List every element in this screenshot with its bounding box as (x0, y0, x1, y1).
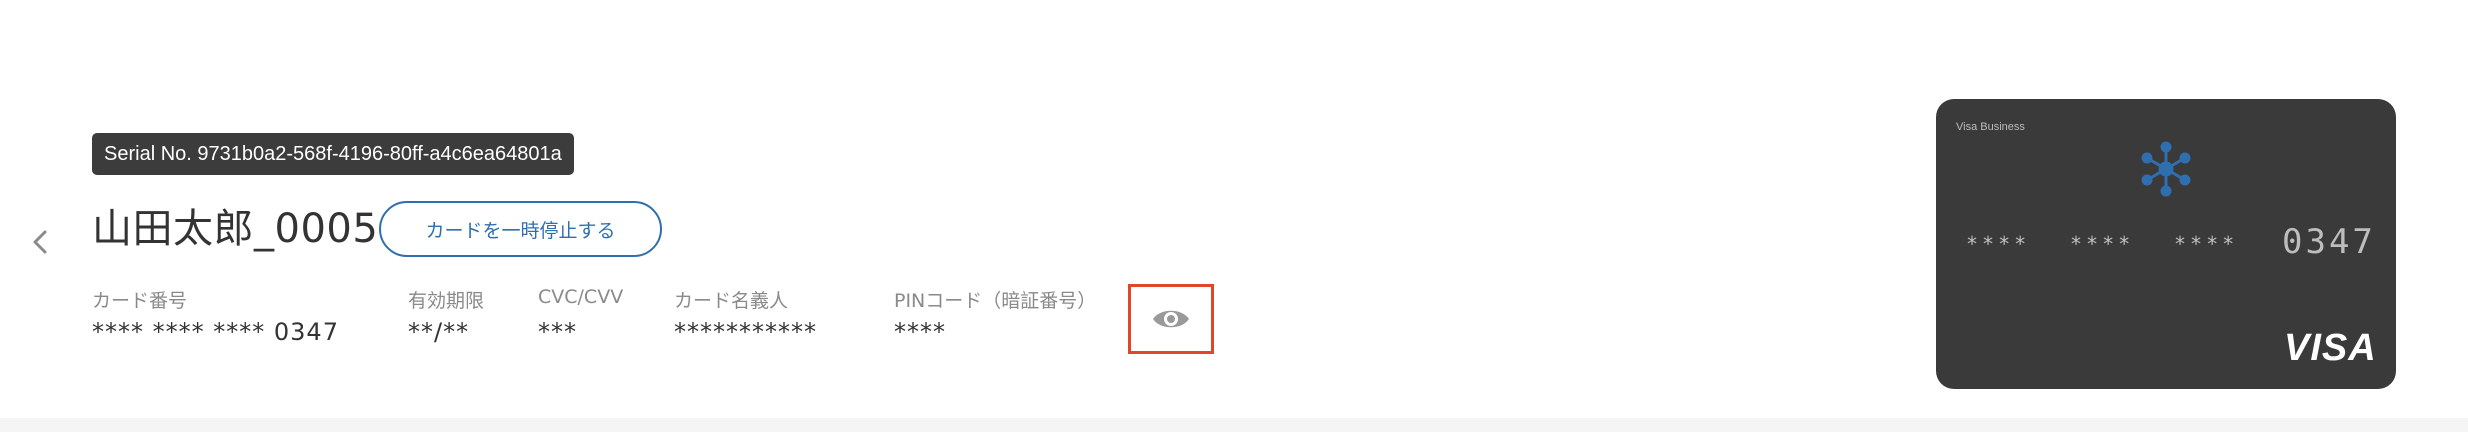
serial-number-badge: Serial No. 9731b0a2-568f-4196-80ff-a4c6e… (92, 133, 574, 175)
cardholder-label: カード名義人 (674, 290, 789, 312)
network-node-icon (2141, 141, 2191, 197)
card-last-four: 0347 (2282, 222, 2376, 262)
visa-logo: VISA (2284, 327, 2377, 369)
chevron-left-icon (33, 230, 47, 254)
card-mask-group-3: **** (2174, 232, 2239, 256)
cardholder-value: *********** (674, 318, 817, 346)
card-mask-group-2: **** (2070, 232, 2135, 256)
cvc-label: CVC/CVV (538, 286, 624, 308)
card-detail-page: Serial No. 9731b0a2-568f-4196-80ff-a4c6e… (0, 0, 2468, 432)
expiry-label: 有効期限 (408, 290, 485, 312)
pin-value: **** (894, 318, 946, 346)
pause-card-button[interactable]: カードを一時停止する (379, 201, 662, 257)
card-brand-text: Visa Business (1956, 121, 2025, 133)
card-preview: Visa Business **** **** **** 0347 VISA (1936, 99, 2396, 389)
eye-icon (1153, 310, 1189, 328)
card-number-label: カード番号 (92, 290, 188, 312)
back-button[interactable] (22, 224, 58, 260)
expiry-value: **/** (408, 318, 470, 346)
card-holder-title: 山田太郎_0005 (92, 206, 379, 252)
cvc-value: *** (538, 318, 577, 346)
pin-label: PINコード（暗証番号） (894, 290, 1097, 312)
reveal-details-button[interactable] (1128, 284, 1214, 354)
bottom-divider (0, 418, 2468, 432)
card-number-value: **** **** **** 0347 (92, 318, 339, 346)
card-mask-group-1: **** (1966, 232, 2031, 256)
